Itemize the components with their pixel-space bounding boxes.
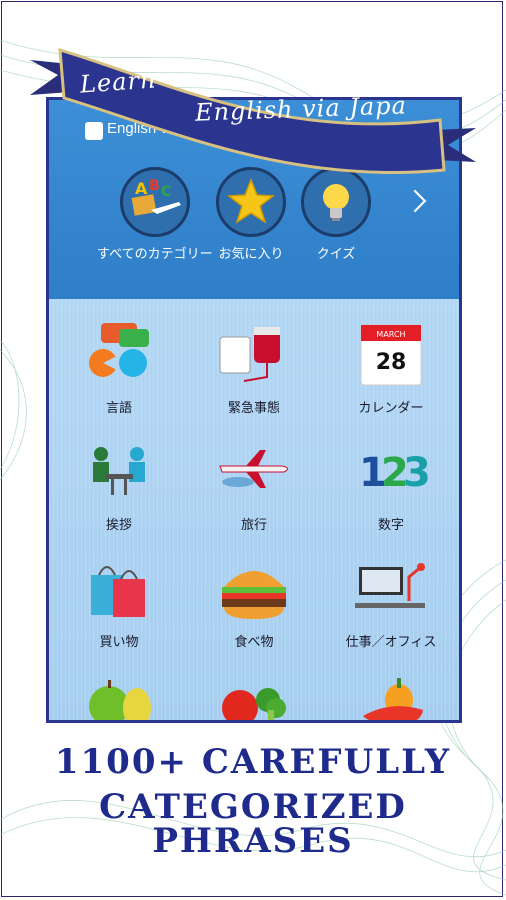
calendar-day: 28 (376, 350, 407, 375)
category-travel[interactable]: 旅行 (184, 436, 324, 533)
category-numbers-label: 数字 (377, 518, 404, 533)
category-numbers[interactable]: 1 2 3 数字 (321, 436, 459, 533)
speech-bubbles-icon (79, 319, 159, 391)
category-shopping-label: 買い物 (99, 635, 139, 650)
category-food-label: 食べ物 (234, 635, 274, 650)
category-grid: 言語 緊急事態 MARCH 28 カレンダー 挨拶 旅行 1 2 3 数字 買い… (49, 299, 459, 720)
peppers-icon (351, 670, 431, 720)
favorites-label: お気に入り (218, 247, 284, 262)
caption-line-1: 1100+ CAREFULLY (54, 742, 452, 782)
calendar-month: MARCH (376, 330, 405, 339)
airplane-icon (214, 436, 294, 508)
category-office[interactable]: 仕事／オフィス (321, 553, 459, 650)
burger-icon (214, 553, 294, 625)
category-office-label: 仕事／オフィス (345, 635, 437, 650)
category-fruits[interactable] (49, 670, 189, 720)
office-desk-icon (351, 553, 431, 625)
category-travel-label: 旅行 (240, 518, 267, 533)
category-calendar-label: カレンダー (358, 401, 424, 416)
meeting-icon (79, 436, 159, 508)
digit-three: 3 (403, 450, 431, 496)
category-food[interactable]: 食べ物 (184, 553, 324, 650)
category-shopping[interactable]: 買い物 (49, 553, 189, 650)
category-language[interactable]: 言語 (49, 319, 189, 416)
shopping-bags-icon (79, 553, 159, 625)
banner-line-1: Learn (79, 65, 158, 99)
category-emergency-label: 緊急事態 (227, 401, 280, 416)
vegetables-icon (214, 670, 294, 720)
all-categories-label: すべてのカテゴリー (97, 247, 213, 262)
category-language-label: 言語 (105, 401, 132, 416)
caption-line-2: CATEGORIZED PHRASES (99, 787, 407, 861)
quiz-label: クイズ (316, 247, 356, 262)
category-greetings-label: 挨拶 (105, 518, 132, 533)
blood-bag-icon (214, 319, 294, 391)
category-greetings[interactable]: 挨拶 (49, 436, 189, 533)
category-emergency[interactable]: 緊急事態 (184, 319, 324, 416)
category-calendar[interactable]: MARCH 28 カレンダー (321, 319, 459, 416)
category-vegetables[interactable] (184, 670, 324, 720)
fruits-icon (79, 670, 159, 720)
numbers-icon: 1 2 3 (351, 436, 431, 508)
calendar-icon: MARCH 28 (351, 319, 431, 391)
category-peppers[interactable] (321, 670, 459, 720)
